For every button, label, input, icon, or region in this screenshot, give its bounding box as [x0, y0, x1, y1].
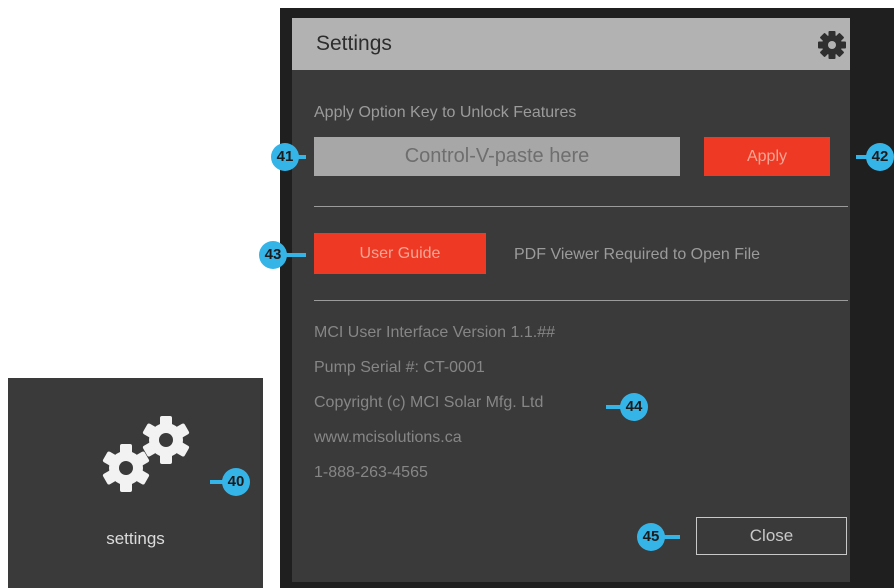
- callout-line-45: [662, 535, 680, 539]
- dialog-title: Settings: [316, 32, 392, 55]
- callout-line-41: [296, 155, 306, 159]
- serial-text: Pump Serial #: CT-0001: [314, 359, 485, 376]
- user-guide-button[interactable]: User Guide: [314, 233, 486, 274]
- close-button[interactable]: Close: [696, 517, 847, 555]
- callout-marker-44: 44: [620, 393, 648, 421]
- callout-line-43: [284, 253, 306, 257]
- phone-text: 1-888-263-4565: [314, 464, 428, 481]
- gear-icon[interactable]: [817, 30, 847, 60]
- website-text: www.mcisolutions.ca: [314, 429, 462, 446]
- callout-marker-40: 40: [222, 468, 250, 496]
- title-bar: Settings: [292, 18, 850, 70]
- gears-icon: [102, 416, 190, 492]
- option-key-input[interactable]: [314, 137, 680, 176]
- callout-marker-43: 43: [259, 241, 287, 269]
- tile-label: settings: [106, 529, 165, 548]
- copyright-text: Copyright (c) MCI Solar Mfg. Ltd: [314, 394, 544, 411]
- callout-marker-41: 41: [271, 143, 299, 171]
- version-text: MCI User Interface Version 1.1.##: [314, 324, 555, 341]
- callout-marker-45: 45: [637, 523, 665, 551]
- pdf-viewer-note: PDF Viewer Required to Open File: [514, 246, 761, 263]
- apply-button[interactable]: Apply: [704, 137, 830, 176]
- callout-marker-42: 42: [866, 143, 894, 171]
- settings-dialog: Settings Apply Option Key to Unlock Feat…: [280, 8, 894, 588]
- divider-bottom: [314, 300, 848, 301]
- divider-top: [314, 206, 848, 207]
- option-key-label: Apply Option Key to Unlock Features: [314, 104, 577, 121]
- settings-panel: Settings Apply Option Key to Unlock Feat…: [292, 18, 850, 582]
